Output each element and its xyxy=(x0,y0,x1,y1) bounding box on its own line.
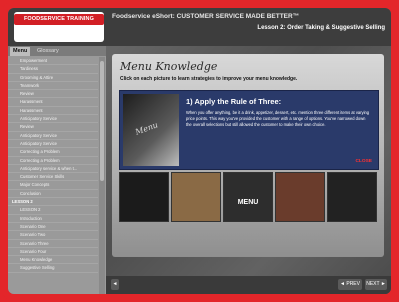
sidebar-menu-list: Empowerment Tardiness Grooming & Attire Tea… xyxy=(8,57,98,294)
sidebar-item[interactable]: Scenario Four xyxy=(8,248,98,257)
next-button[interactable]: NEXT ► xyxy=(365,279,387,290)
sidebar-scrollbar[interactable] xyxy=(99,57,105,294)
sidebar-item[interactable]: Correcting a Problem xyxy=(8,148,98,157)
nav-bar: ◄ ◄ PREV NEXT ► xyxy=(106,276,391,294)
sidebar-item[interactable]: Teamwork xyxy=(8,82,98,91)
popup-image: Menu xyxy=(123,94,179,166)
sidebar-item[interactable]: Major Concepts xyxy=(8,181,98,190)
course-title: Foodservice eShort: CUSTOMER SERVICE MAD… xyxy=(112,13,300,20)
sidebar-item[interactable]: Correcting a Problem xyxy=(8,157,98,165)
portal-logo: FOODSERVICE TRAINING PORTAL xyxy=(14,12,104,42)
sidebar-item[interactable]: Tardiness xyxy=(8,65,98,74)
sidebar-item[interactable]: Introduction xyxy=(8,215,98,223)
popup-body: When you offer anything, be it a drink, … xyxy=(186,110,370,127)
thumbnail-strip: MENU xyxy=(119,172,377,222)
sidebar-item[interactable]: Scenario Two xyxy=(8,231,98,240)
sidebar-item[interactable]: Anticipatory Service xyxy=(8,140,98,149)
sidebar-item[interactable]: Anticipatory Service xyxy=(8,132,98,140)
info-popup: Menu 1) Apply the Rule of Three: When yo… xyxy=(119,90,379,170)
panel-title: Menu Knowledge xyxy=(120,60,218,73)
tab-menu[interactable]: Menu xyxy=(10,47,31,56)
sidebar-item[interactable]: LESSON 2 xyxy=(8,206,98,215)
thumb-menu-cursive[interactable] xyxy=(119,172,169,222)
sidebar-item[interactable]: Harassment xyxy=(8,107,98,116)
lesson-title: Lesson 2: Order Taking & Suggestive Sell… xyxy=(257,25,385,31)
sidebar-item[interactable]: Review xyxy=(8,90,98,99)
course-player: FOODSERVICE TRAINING PORTAL Foodservice … xyxy=(8,8,391,294)
sidebar-tabs: Menu Glossary xyxy=(8,46,106,56)
panel-instruction: Click on each picture to learn strategie… xyxy=(120,76,298,82)
sidebar-item[interactable]: Harassment xyxy=(8,98,98,107)
content-area: Menu Knowledge Click on each picture to … xyxy=(106,46,391,294)
thumb-menu-board-dark[interactable] xyxy=(327,172,377,222)
sidebar-item[interactable]: Scenario Three xyxy=(8,240,98,248)
sidebar-item[interactable]: Conclusion xyxy=(8,190,98,199)
thumb-bakery-display[interactable] xyxy=(275,172,325,222)
logo-text: FOODSERVICE TRAINING PORTAL xyxy=(23,16,95,33)
thumbnail-label: MENU xyxy=(237,199,259,206)
popup-image-text: Menu xyxy=(134,120,160,137)
prev-button[interactable]: ◄ PREV xyxy=(338,279,362,290)
sidebar-item[interactable]: Grooming & Attire xyxy=(8,74,98,82)
thumb-restaurant-scene[interactable] xyxy=(171,172,221,222)
menu-knowledge-panel: Menu Knowledge Click on each picture to … xyxy=(112,54,384,257)
thumb-menu-board[interactable]: MENU xyxy=(223,172,273,222)
sidebar-item[interactable]: Empowerment xyxy=(8,57,98,66)
sidebar-item[interactable]: Scenario One xyxy=(8,223,98,232)
sidebar-item[interactable]: Anticipatory Service xyxy=(8,115,98,124)
header-bar: FOODSERVICE TRAINING PORTAL Foodservice … xyxy=(8,8,391,46)
popup-title: 1) Apply the Rule of Three: xyxy=(186,97,282,106)
close-button[interactable]: CLOSE xyxy=(355,159,372,164)
sidebar-item[interactable]: Anticipatory service & when t... xyxy=(8,165,98,174)
sidebar-group-header[interactable]: LESSON 2 xyxy=(8,198,98,207)
sidebar-item[interactable]: Review xyxy=(8,123,98,132)
sidebar-item[interactable]: Menu Knowledge xyxy=(8,256,98,265)
sidebar: Menu Glossary Empowerment Tardiness Groomi… xyxy=(8,46,106,294)
sidebar-toggle-button[interactable]: ◄ xyxy=(111,279,119,290)
sidebar-item[interactable]: Customer Service Skills xyxy=(8,173,98,182)
scrollbar-thumb[interactable] xyxy=(100,61,104,181)
sidebar-item[interactable]: Suggestive Selling xyxy=(8,264,98,273)
tab-glossary[interactable]: Glossary xyxy=(34,47,62,56)
